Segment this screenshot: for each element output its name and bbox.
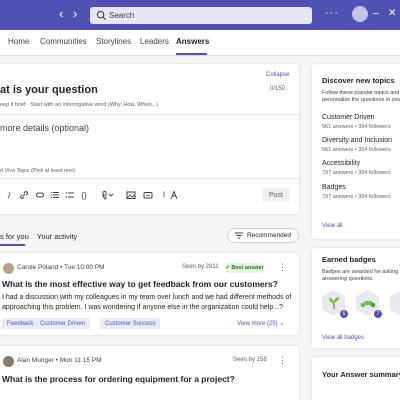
tab-your-activity[interactable]: Your activity (37, 232, 77, 241)
topic-name[interactable]: Customer Driven (322, 114, 375, 121)
filter-icon (234, 232, 243, 239)
topic-tag[interactable]: Customer Success (100, 318, 161, 329)
close-window-icon[interactable]: ✕ (388, 8, 396, 19)
topic-stats: 797 answers • 354 followers (322, 194, 391, 200)
question-title-prompt[interactable]: at is your question (0, 84, 98, 96)
post-time: Tue 10:00 PM (63, 264, 105, 271)
question-card[interactable]: Alan Munger • Mon 11:15 PM Seen by 158 ⋮… (0, 346, 299, 400)
view-all-badges-link[interactable]: View all badges (322, 335, 364, 341)
divider (0, 114, 299, 115)
topic-name[interactable]: Diversity and Inclusion (322, 137, 392, 144)
tab-answers[interactable]: Answers (176, 37, 209, 46)
view-all-topics-link[interactable]: View all (322, 223, 343, 229)
caterpillar-icon (360, 300, 375, 308)
more-options-icon[interactable]: ⋮ (278, 262, 287, 273)
topic-name[interactable]: Accessibility (322, 160, 360, 167)
answer-summary-card: Your Answer summary (312, 357, 400, 400)
collapse-link[interactable]: Collapse (266, 72, 289, 78)
post-button[interactable]: Post (262, 188, 290, 202)
gif-icon[interactable] (142, 189, 154, 201)
question-card[interactable]: Carole Poland • Tue 10:00 PM Seen by 281… (0, 253, 299, 335)
bulleted-list-icon[interactable] (64, 189, 76, 201)
view-more-label: View more (25) (237, 321, 278, 327)
text-format-icon[interactable] (168, 189, 180, 201)
discover-topics-card: Discover new topics Follow these popular… (312, 64, 400, 239)
post-time: Mon 11:15 PM (59, 357, 102, 364)
badges-description: Badges are awarded for asking answering … (322, 269, 399, 282)
sprout-icon (328, 297, 339, 309)
discover-description: Follow these popular topics and personal… (322, 90, 400, 103)
search-input[interactable] (109, 7, 307, 24)
active-tab-indicator (176, 53, 207, 55)
post-meta: Carole Poland • Tue 10:00 PM (17, 264, 105, 271)
question-hint: eep it brief · Start with an interrogati… (0, 102, 158, 108)
view-more-link[interactable]: View more (25) ⌄ (237, 320, 284, 327)
best-answer-badge: ✓ Best answer (225, 263, 264, 273)
badges-title: Earned badges (322, 255, 376, 264)
toolbar-divider (0, 178, 299, 179)
link-icon[interactable] (18, 189, 30, 201)
character-counter: 0/150 (270, 86, 286, 92)
seen-count: Seen by 158 (233, 357, 267, 363)
italic-icon[interactable]: I (3, 189, 15, 201)
question-body: I had a discussion with my colleagues in… (2, 294, 292, 311)
more-options-icon[interactable]: ⋮ (278, 355, 287, 366)
search-box[interactable] (90, 7, 312, 24)
partial-badge-icon[interactable] (390, 290, 400, 316)
topic-stats: 561 answers • 354 followers (322, 147, 391, 153)
summary-title: Your Answer summary (322, 370, 400, 379)
sort-button[interactable]: Recommended (227, 228, 299, 243)
topic-tag[interactable]: Feedback (2, 318, 39, 329)
attach-icon[interactable] (98, 189, 116, 201)
ask-question-card: Collapse at is your question 0/150 eep i… (0, 64, 299, 214)
mention-icon[interactable] (34, 189, 46, 201)
tab-storylines[interactable]: Storylines (96, 37, 131, 46)
topic-tag[interactable]: Customer Driven (35, 318, 91, 329)
author-avatar[interactable] (3, 263, 14, 274)
forward-arrow-icon[interactable]: › (73, 7, 77, 21)
badge-count: 7 (374, 310, 382, 318)
question-title[interactable]: What is the most effective way to get fe… (2, 279, 278, 289)
feed-tab-indicator (0, 244, 25, 246)
earned-badges-card: Earned badges Badges are awarded for ask… (312, 248, 400, 348)
post-meta: Alan Munger • Mon 11:15 PM (17, 357, 102, 364)
discover-title: Discover new topics (322, 76, 395, 85)
tab-for-you[interactable]: s for you (0, 232, 29, 241)
question-title[interactable]: What is the process for ordering equipme… (2, 374, 235, 384)
topic-hint[interactable]: d Viva Topic (Pick at least one) (0, 168, 75, 174)
topic-name[interactable]: Badges (322, 184, 346, 191)
search-icon (96, 10, 107, 21)
back-arrow-icon[interactable]: ‹ (59, 7, 63, 21)
details-input[interactable] (0, 121, 150, 135)
author-name[interactable]: Alan Munger (17, 357, 54, 364)
numbered-list-icon[interactable] (49, 189, 61, 201)
topic-stats: 561 answers • 354 followers (322, 124, 391, 130)
image-icon[interactable] (125, 189, 137, 201)
app-navigation: Home Communities Storylines Leaders Answ… (0, 30, 400, 56)
minimize-icon[interactable]: – (373, 8, 379, 19)
badge-count: 5 (340, 310, 348, 318)
tab-home[interactable]: Home (8, 37, 29, 46)
author-name[interactable]: Carole Poland (17, 264, 58, 271)
title-bar: ‹ › ··· – ✕ (0, 0, 400, 30)
topic-stats: 797 answers • 354 followers (322, 170, 391, 176)
seen-count: Seen by 2811 (182, 264, 219, 270)
tab-communities[interactable]: Communities (40, 37, 87, 46)
tab-leaders[interactable]: Leaders (140, 37, 169, 46)
user-avatar[interactable] (352, 6, 368, 22)
chevron-down-icon: ⌄ (279, 321, 285, 327)
sort-label: Recommended (246, 232, 292, 239)
code-icon[interactable]: {} (78, 189, 90, 201)
author-avatar[interactable] (3, 356, 14, 367)
more-options-icon[interactable]: ··· (325, 7, 339, 19)
